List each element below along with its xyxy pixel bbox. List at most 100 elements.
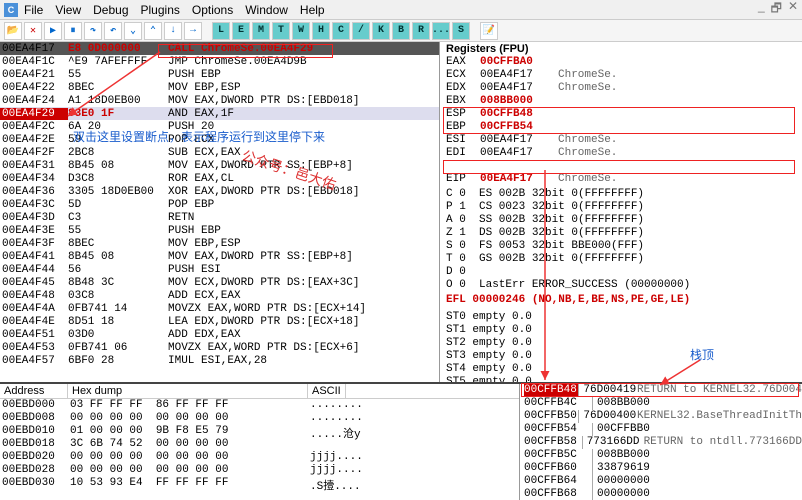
btn-m[interactable]: M [252,22,270,40]
menu-debug[interactable]: Debug [93,3,128,17]
trace-into-icon[interactable]: ⌄ [124,22,142,40]
cpu-row[interactable]: 00EA4F4A0FB741 14MOVZX EAX,WORD PTR DS:[… [0,302,439,315]
cpu-row[interactable]: 00EA4F530FB741 06MOVZX EAX,WORD PTR DS:[… [0,341,439,354]
cpu-row[interactable]: 00EA4F418B45 08MOV EAX,DWORD PTR SS:[EBP… [0,250,439,263]
dump-row[interactable]: 00EBD00800 00 00 00 00 00 00 00........ [0,412,519,425]
btn-h[interactable]: H [312,22,330,40]
dump-row[interactable]: 00EBD0183C 6B 74 52 00 00 00 00 [0,438,519,451]
register-row[interactable]: EBP00CFFB54 [440,121,802,134]
stack-row[interactable]: 00CFFB58773166DDRETURN to ntdll.773166DD [520,436,802,449]
dump-row[interactable]: 00EBD03010 53 93 E4 FF FF FF FF.S撎.... [0,477,519,490]
step-into-icon[interactable]: ↶ [104,22,122,40]
bytes: 8D51 18 [68,316,168,328]
btn-b[interactable]: B [392,22,410,40]
cpu-row[interactable]: 00EA4F17E8 0D000000CALL ChromeSe.00EA4F2… [0,42,439,55]
btn-r[interactable]: R [412,22,430,40]
btn-s[interactable]: S [452,22,470,40]
address: 00EA4F3E [0,225,68,237]
cpu-row[interactable]: 00EA4F458B48 3CMOV ECX,DWORD PTR DS:[EAX… [0,276,439,289]
btn-l[interactable]: L [212,22,230,40]
cpu-row[interactable]: 00EA4F363305 18D0EB00XOR EAX,DWORD PTR D… [0,185,439,198]
btn-w[interactable]: W [292,22,310,40]
btn-k[interactable]: K [372,22,390,40]
note-icon[interactable]: 📝 [480,22,498,40]
cpu-row[interactable]: 00EA4F3DC3RETN [0,211,439,224]
register-row[interactable]: EDX00EA4F17ChromeSe. [440,82,802,95]
cpu-row[interactable]: 00EA4F2983E0 1FAND EAX,1F [0,107,439,120]
cpu-row[interactable]: 00EA4F3F8BECMOV EBP,ESP [0,237,439,250]
hex-dump-pane[interactable]: Address Hex dump ASCII 00EBD00003 FF FF … [0,384,520,500]
cpu-row[interactable]: 00EA4F4456PUSH ESI [0,263,439,276]
close-icon[interactable]: ✕ [788,0,798,20]
registers-pane[interactable]: Registers (FPU) EAX00CFFBA0ECX00EA4F17Ch… [440,42,802,382]
cpu-row[interactable]: 00EA4F2E59POP ECX [0,133,439,146]
pause-icon[interactable]: ⏸ [64,22,82,40]
stack-row[interactable]: 00CFFB4C008BB000 [520,397,802,410]
stack-row[interactable]: 00CFFB6033879619 [520,462,802,475]
stack-pane[interactable]: 00CFFB4876D00419RETURN to KERNEL32.76D00… [520,384,802,500]
goto-icon[interactable]: → [184,22,202,40]
disassembly: MOV EAX,DWORD PTR DS:[EBD018] [168,95,439,107]
stack-row[interactable]: 00CFFB5400CFFBB0 [520,423,802,436]
cpu-disassembly-pane[interactable]: 00EA4F17E8 0D000000CALL ChromeSe.00EA4F2… [0,42,440,382]
register-row[interactable]: ECX00EA4F17ChromeSe. [440,69,802,82]
cpu-row[interactable]: 00EA4F34D3C8ROR EAX,CL [0,172,439,185]
btn-t[interactable]: T [272,22,290,40]
cpu-row[interactable]: 00EA4F3E55PUSH EBP [0,224,439,237]
cpu-row[interactable]: 00EA4F4803C8ADD ECX,EAX [0,289,439,302]
bytes: 2BC8 [68,147,168,159]
menu-plugins[interactable]: Plugins [141,3,180,17]
menu-help[interactable]: Help [300,3,325,17]
cpu-row[interactable]: 00EA4F3C5DPOP EBP [0,198,439,211]
run-icon[interactable]: ▶ [44,22,62,40]
register-row[interactable] [440,160,802,173]
disassembly: JMP ChromeSe.00EA4D9B [168,56,439,68]
menu-window[interactable]: Window [245,3,288,17]
register-row[interactable]: EAX00CFFBA0 [440,56,802,69]
stack-row[interactable]: 00CFFB4876D00419RETURN to KERNEL32.76D00… [520,384,802,397]
register-row[interactable]: EIP00EA4F17ChromeSe. [440,173,802,186]
menu-options[interactable]: Options [192,3,233,17]
cpu-row[interactable]: 00EA4F576BF0 28IMUL ESI,EAX,28 [0,354,439,367]
menu-view[interactable]: View [55,3,81,17]
cpu-row[interactable]: 00EA4F228BECMOV EBP,ESP [0,81,439,94]
dump-row[interactable]: 00EBD02000 00 00 00 00 00 00 00jjjj.... [0,451,519,464]
register-row[interactable]: ESI00EA4F17ChromeSe. [440,134,802,147]
trace-over-icon[interactable]: ⌃ [144,22,162,40]
dump-row[interactable]: 00EBD01001 00 00 00 9B F8 E5 79.....沧y [0,425,519,438]
cpu-row[interactable]: 00EA4F4E8D51 18LEA EDX,DWORD PTR DS:[ECX… [0,315,439,328]
stack-row[interactable]: 00CFFB6400000000 [520,475,802,488]
register-row[interactable]: EDI00EA4F17ChromeSe. [440,147,802,160]
address: 00EA4F51 [0,329,68,341]
open-icon[interactable]: 📂 [4,22,22,40]
btn-slash[interactable]: / [352,22,370,40]
menu-file[interactable]: File [24,3,43,17]
btn-c[interactable]: C [332,22,350,40]
minimize-icon[interactable]: _ [758,0,765,20]
address: 00EA4F3C [0,199,68,211]
stop-icon[interactable]: ✕ [24,22,42,40]
cpu-row[interactable]: 00EA4F5103D0ADD EDX,EAX [0,328,439,341]
restore-icon[interactable]: 🗗 [771,0,782,20]
stack-row[interactable]: 00CFFB6800000000 [520,488,802,500]
btn-dots[interactable]: ... [432,22,450,40]
cpu-row[interactable]: 00EA4F2155PUSH EBP [0,68,439,81]
btn-e[interactable]: E [232,22,250,40]
cpu-row[interactable]: 00EA4F24A1 18D0EB00MOV EAX,DWORD PTR DS:… [0,94,439,107]
stack-row[interactable]: 00CFFB5076D00400KERNEL32.BaseThreadInitT… [520,410,802,423]
flag-row: P 1 CS 0023 32bit 0(FFFFFFFF) [440,201,802,214]
step-over-icon[interactable]: ↷ [84,22,102,40]
bytes: 55 [68,225,168,237]
cpu-row[interactable]: 00EA4F2F2BC8SUB ECX,EAX [0,146,439,159]
register-row[interactable]: ESP00CFFB48 [440,108,802,121]
register-row[interactable]: EBX008BB000 [440,95,802,108]
dump-row[interactable]: 00EBD00003 FF FF FF 86 FF FF FF........ [0,399,519,412]
stack-row[interactable]: 00CFFB5C008BB000 [520,449,802,462]
cpu-row[interactable]: 00EA4F1C^E9 7AFEFFFFJMP ChromeSe.00EA4D9… [0,55,439,68]
run-to-icon[interactable]: ↓ [164,22,182,40]
cpu-row[interactable]: 00EA4F2C6A 20PUSH 20 [0,120,439,133]
disassembly: IMUL ESI,EAX,28 [168,355,439,367]
toolbar: 📂 ✕ ▶ ⏸ ↷ ↶ ⌄ ⌃ ↓ → L E M T W H C / K B … [0,20,802,42]
cpu-row[interactable]: 00EA4F318B45 08MOV EAX,DWORD PTR SS:[EBP… [0,159,439,172]
dump-row[interactable]: 00EBD02800 00 00 00 00 00 00 00jjjj.... [0,464,519,477]
